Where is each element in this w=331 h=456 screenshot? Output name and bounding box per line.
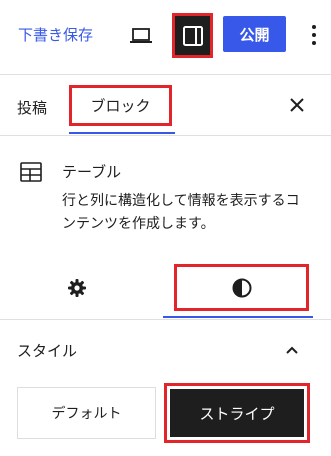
highlight-frame: ストライプ [164, 383, 310, 443]
styles-panel-title: スタイル [17, 342, 78, 360]
editor-header: 下書き保存 公開 [0, 0, 331, 75]
chevron-up-icon [286, 346, 298, 354]
settings-sidebar-toggle[interactable] [172, 13, 213, 58]
block-card: テーブル 行と列に構造化して情報を表示するコンテンツを作成します。 [0, 136, 331, 256]
close-sidebar-button[interactable] [286, 94, 308, 116]
tab-styles[interactable] [174, 264, 309, 311]
tab-post[interactable]: 投稿 [17, 97, 47, 118]
styles-panel: スタイル デフォルト ストライプ [0, 320, 331, 456]
style-option-default[interactable]: デフォルト [17, 387, 156, 439]
highlight-frame [174, 264, 309, 311]
block-title: テーブル [62, 163, 122, 181]
sidebar-tabs: 投稿 ブロック [0, 75, 331, 136]
more-options-button[interactable] [302, 20, 326, 50]
active-tab-indicator [69, 132, 175, 134]
publish-button[interactable]: 公開 [223, 16, 286, 52]
save-draft-button[interactable]: 下書き保存 [18, 24, 93, 45]
collapse-panel-button[interactable] [280, 338, 304, 362]
active-subtab-indicator [163, 316, 313, 318]
block-description: 行と列に構造化して情報を表示するコンテンツを作成します。 [62, 193, 300, 232]
close-icon [290, 98, 304, 112]
vertical-ellipsis-icon [312, 25, 316, 45]
tab-block[interactable]: ブロック [69, 85, 172, 126]
laptop-icon [130, 28, 152, 43]
gear-icon [68, 279, 86, 297]
inspector-tabs [0, 256, 331, 320]
preview-button[interactable] [127, 24, 155, 48]
sidebar-panel-icon [182, 25, 203, 46]
table-icon [20, 162, 42, 182]
highlight-frame [69, 85, 172, 126]
tab-settings[interactable] [64, 275, 90, 301]
style-option-stripes[interactable]: ストライプ [170, 389, 304, 437]
